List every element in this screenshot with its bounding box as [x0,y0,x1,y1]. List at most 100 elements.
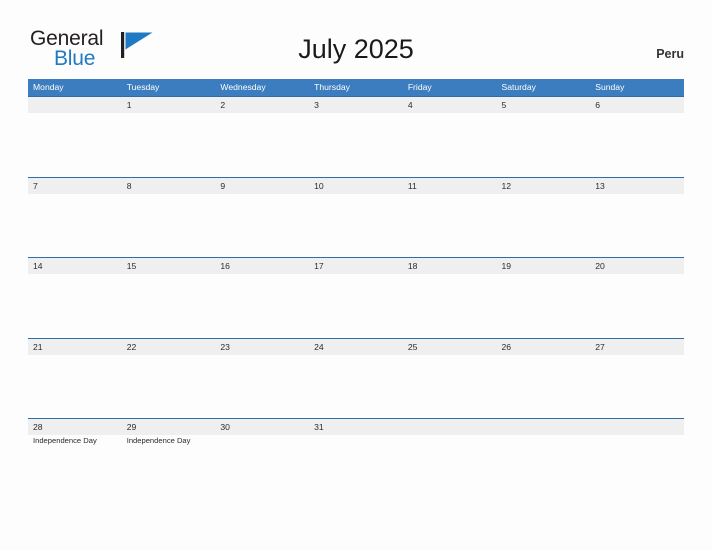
weekday-header-wednesday: Wednesday [220,82,266,92]
day-number: 20 [595,261,605,271]
day-cell[interactable]: 29 [122,419,216,435]
day-cell[interactable]: 12 [497,178,591,194]
day-events-empty [28,113,122,176]
day-number: 14 [33,261,43,271]
day-cell[interactable]: 15 [122,258,216,274]
day-cell[interactable]: 23 [215,339,309,355]
day-cell[interactable]: 28 [28,419,122,435]
day-number: 25 [407,341,418,352]
day-cell[interactable]: 22 [122,339,216,355]
day-cell-empty [403,419,497,435]
calendar-week-row: 1 2 3 4 5 6 [28,96,684,177]
day-events-empty [122,355,216,418]
day-events-empty [122,274,216,337]
day-cell-empty [28,97,122,113]
day-cell[interactable]: 8 [122,178,216,194]
day-number: 21 [33,341,43,352]
holiday-label: Independence Day [33,436,97,445]
day-events-empty [403,435,497,498]
day-cell[interactable]: 20 [590,258,684,274]
day-number: 17 [314,261,324,271]
day-number: 22 [126,341,137,352]
day-cell[interactable]: 2 [215,97,309,113]
calendar-week-row: 28 29 30 31 Independence Day Independence Day [28,418,684,499]
day-cell[interactable]: 7 [28,178,122,194]
day-cell[interactable]: 3 [309,97,403,113]
day-cell[interactable]: 5 [497,97,591,113]
day-cell-empty [590,419,684,435]
weekday-header-thursday: Thursday [314,82,350,92]
holiday-label: Independence Day [126,436,191,445]
day-events-empty [309,113,403,176]
day-cell[interactable]: 16 [215,258,309,274]
day-events-empty [497,113,591,176]
week-event-body [28,355,684,418]
day-events-empty [28,194,122,257]
day-number: 3 [314,100,319,110]
day-events: Independence Day [28,435,122,498]
day-cell[interactable]: 9 [215,178,309,194]
day-cell[interactable]: 10 [309,178,403,194]
day-number: 9 [220,180,226,191]
day-cell[interactable]: 21 [28,339,122,355]
day-events-empty [497,274,591,337]
day-cell[interactable]: 6 [590,97,684,113]
day-number: 19 [501,261,512,271]
week-event-body [28,113,684,176]
day-events-empty [215,435,309,498]
day-number: 4 [407,100,413,110]
day-events-empty [590,274,684,337]
day-cell[interactable]: 13 [590,178,684,194]
day-number: 31 [314,422,324,432]
day-events-empty [403,274,497,337]
day-cell[interactable]: 31 [309,419,403,435]
day-number: 15 [126,261,137,271]
day-cell[interactable]: 26 [497,339,591,355]
page-title: July 2025 [298,34,414,64]
day-number: 1 [126,100,132,110]
day-cell[interactable]: 30 [215,419,309,435]
day-cell[interactable]: 18 [403,258,497,274]
day-cell[interactable]: 25 [403,339,497,355]
weekday-header-friday: Friday [407,82,432,92]
calendar-week-row: 7 8 9 10 11 12 13 [28,176,684,258]
day-number: 23 [220,341,230,352]
day-number: 30 [220,422,230,432]
day-events-empty [215,113,309,176]
day-events-empty [309,194,403,257]
day-events-empty [215,274,309,337]
weekday-header-monday: Monday [33,82,64,92]
day-events-empty [497,194,591,257]
day-events-empty [28,355,122,418]
weekday-header-tuesday: Tuesday [126,82,160,92]
day-events-empty [122,194,216,257]
day-events-empty [28,274,122,337]
day-events-empty [309,355,403,418]
day-cell[interactable]: 17 [309,258,403,274]
day-number: 11 [407,180,417,191]
day-cell[interactable]: 19 [497,258,591,274]
weekday-header-saturday: Saturday [501,82,536,92]
day-number: 5 [501,100,507,110]
weeks-container: 1 2 3 4 5 6 7 8 9 10 11 12 13 14 15 16 17 18 19 20 21 22 23 24 2… [28,96,684,499]
week-date-strip: 28 29 30 31 [28,418,684,435]
day-cell[interactable]: 1 [122,97,216,113]
week-date-strip: 7 8 9 10 11 12 13 [28,176,684,194]
weekday-header-row: Monday Tuesday Wednesday Thursday Friday Satu… [28,79,684,96]
weekday-header-sunday: Sunday [595,82,625,92]
day-events: Independence Day [122,435,216,498]
week-date-strip: 1 2 3 4 5 6 [28,96,684,113]
week-event-body: Independence Day Independence Day [28,435,684,498]
country-label: Peru [656,47,684,61]
day-events-empty [403,194,497,257]
day-cell[interactable]: 14 [28,258,122,274]
week-date-strip: 21 22 23 24 25 26 27 [28,337,684,355]
day-number: 29 [126,422,137,432]
day-cell[interactable]: 11 [403,178,497,194]
week-event-body [28,194,684,257]
day-events-empty [590,435,684,498]
day-cell[interactable]: 4 [403,97,497,113]
day-cell[interactable]: 27 [590,339,684,355]
day-cell[interactable]: 24 [309,339,403,355]
day-events-empty [215,194,309,257]
